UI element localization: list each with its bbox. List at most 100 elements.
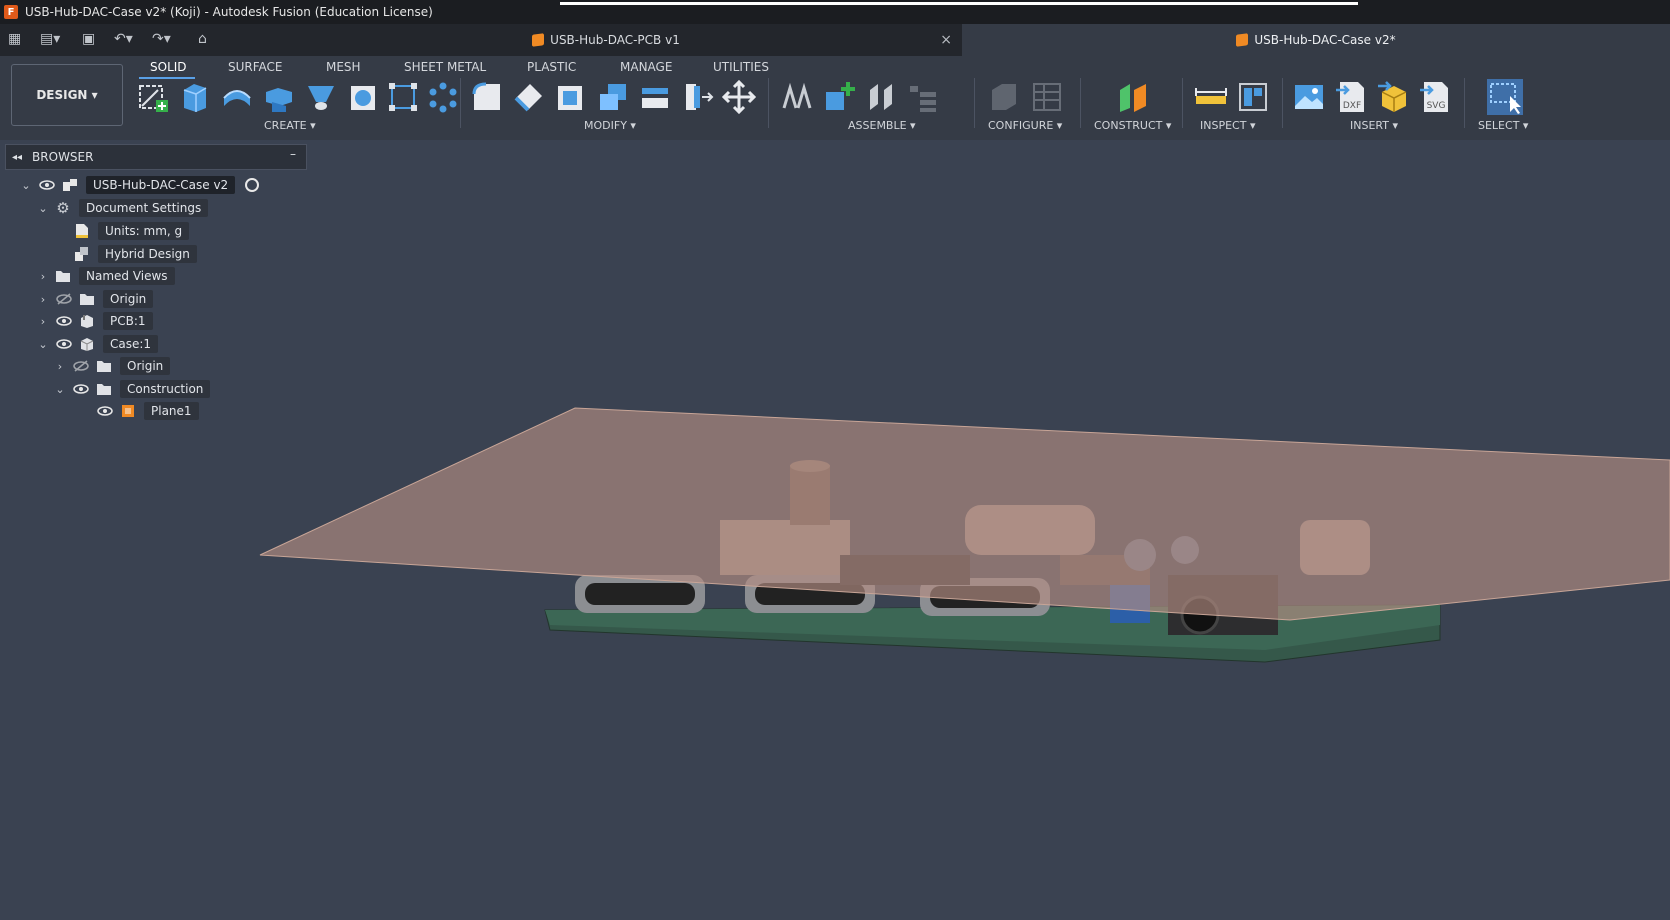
- measure-icon[interactable]: [1194, 80, 1228, 114]
- window-title: USB-Hub-DAC-Case v2* (Koji) - Autodesk F…: [25, 5, 433, 19]
- pcb-assembly-model[interactable]: [544, 460, 1441, 663]
- bill-of-materials-icon[interactable]: [906, 80, 940, 114]
- tab-plastic[interactable]: PLASTIC: [527, 60, 576, 74]
- circular-pattern-icon[interactable]: [426, 80, 460, 114]
- tree-item-units[interactable]: Units: mm, g: [74, 220, 190, 242]
- inspect-menu[interactable]: INSPECT ▾: [1200, 119, 1255, 132]
- workspace-switcher-button[interactable]: DESIGN ▾: [11, 64, 123, 126]
- fusion-app-icon: F: [4, 5, 18, 19]
- tree-item-origin[interactable]: › Origin: [37, 288, 154, 310]
- construct-menu[interactable]: CONSTRUCT ▾: [1094, 119, 1171, 132]
- tab-manage[interactable]: MANAGE: [620, 60, 672, 74]
- tree-item-label: PCB:1: [103, 312, 153, 330]
- tab-label: USB-Hub-DAC-PCB v1: [550, 33, 680, 47]
- tab-label: USB-Hub-DAC-Case v2*: [1254, 33, 1396, 47]
- insert-dxf-icon[interactable]: DXF: [1334, 80, 1368, 114]
- visibility-eye-icon[interactable]: [72, 384, 90, 394]
- insert-svg-icon[interactable]: SVG: [1418, 80, 1452, 114]
- save-icon[interactable]: ▣: [82, 31, 95, 47]
- cylinder-icon[interactable]: [346, 80, 380, 114]
- tree-item-document-settings[interactable]: ⌄ ⚙ Document Settings: [37, 197, 209, 219]
- select-icon[interactable]: [1486, 78, 1524, 116]
- tab-utilities[interactable]: UTILITIES: [713, 60, 769, 74]
- modify-menu[interactable]: MODIFY ▾: [584, 119, 636, 132]
- loft-icon[interactable]: [304, 80, 338, 114]
- insert-mesh-icon[interactable]: [1376, 80, 1410, 114]
- tab-solid[interactable]: SOLID: [150, 60, 187, 74]
- close-tab-icon[interactable]: ×: [940, 32, 952, 48]
- redo-icon[interactable]: ↷▾: [152, 31, 171, 47]
- chevron-down-icon[interactable]: ⌄: [37, 202, 49, 215]
- sweep-icon[interactable]: [262, 80, 296, 114]
- tree-item-case[interactable]: ⌄ Case:1: [37, 333, 159, 355]
- visibility-eye-icon[interactable]: [96, 406, 114, 416]
- collapse-browser-icon[interactable]: ◂◂: [12, 152, 22, 163]
- visibility-eye-icon[interactable]: [38, 180, 56, 190]
- align-icon[interactable]: [680, 80, 714, 114]
- toolbar-separator: [1080, 78, 1081, 128]
- svg-text:DXF: DXF: [1343, 101, 1361, 111]
- toolbar-separator: [974, 78, 975, 128]
- chevron-right-icon[interactable]: ›: [54, 360, 66, 373]
- joint-icon[interactable]: [780, 80, 814, 114]
- configure-model-icon[interactable]: [988, 80, 1022, 114]
- title-progress-bar: [560, 2, 1358, 5]
- tab-usb-hub-dac-case[interactable]: USB-Hub-DAC-Case v2*: [962, 24, 1670, 56]
- press-pull-icon[interactable]: [470, 80, 504, 114]
- chevron-down-icon[interactable]: ⌄: [20, 179, 32, 192]
- tree-item-named-views[interactable]: › Named Views: [37, 265, 175, 287]
- minimize-browser-icon[interactable]: –: [290, 147, 296, 161]
- revolve-icon[interactable]: [220, 80, 254, 114]
- create-menu[interactable]: CREATE ▾: [264, 119, 316, 132]
- undo-icon[interactable]: ↶▾: [114, 31, 133, 47]
- hidden-eye-icon[interactable]: [55, 293, 73, 305]
- file-menu-icon[interactable]: ▤▾: [40, 31, 60, 47]
- configuration-table-icon[interactable]: [1030, 80, 1064, 114]
- tab-usb-hub-dac-pcb[interactable]: USB-Hub-DAC-PCB v1 ×: [250, 24, 962, 56]
- data-panel-grid-icon[interactable]: ▦: [8, 31, 21, 47]
- tree-item-root[interactable]: ⌄ USB-Hub-DAC-Case v2: [20, 174, 260, 196]
- tree-item-pcb[interactable]: › PCB:1: [37, 310, 153, 332]
- as-built-joint-icon[interactable]: [864, 80, 898, 114]
- document-units-icon: [74, 223, 90, 239]
- svg-text:SVG: SVG: [1427, 101, 1446, 111]
- configure-menu[interactable]: CONFIGURE ▾: [988, 119, 1062, 132]
- construction-plane[interactable]: [259, 407, 1670, 621]
- chevron-down-icon[interactable]: ⌄: [54, 383, 66, 396]
- hidden-eye-icon[interactable]: [72, 360, 90, 372]
- create-sketch-icon[interactable]: [136, 80, 170, 114]
- split-body-icon[interactable]: [638, 80, 672, 114]
- move-copy-icon[interactable]: [722, 80, 756, 114]
- section-analysis-icon[interactable]: [1236, 80, 1270, 114]
- tab-mesh[interactable]: MESH: [326, 60, 361, 74]
- insert-canvas-icon[interactable]: [1292, 80, 1326, 114]
- new-component-icon[interactable]: [822, 80, 856, 114]
- offset-plane-icon[interactable]: [1116, 80, 1150, 114]
- rectangular-pattern-icon[interactable]: [386, 80, 420, 114]
- tree-item-hybrid-design[interactable]: Hybrid Design: [74, 243, 197, 265]
- tree-item-construction[interactable]: ⌄ Construction: [54, 378, 211, 400]
- construction-plane-icon: [120, 403, 136, 419]
- visibility-eye-icon[interactable]: [55, 316, 73, 326]
- fillet-icon[interactable]: [512, 80, 546, 114]
- insert-menu[interactable]: INSERT ▾: [1350, 119, 1398, 132]
- chevron-down-icon[interactable]: ⌄: [37, 338, 49, 351]
- home-icon[interactable]: ⌂: [198, 31, 207, 47]
- extrude-icon[interactable]: [178, 80, 212, 114]
- visibility-eye-icon[interactable]: [55, 339, 73, 349]
- browser-panel-header[interactable]: ◂◂ BROWSER –: [5, 144, 307, 170]
- chevron-right-icon[interactable]: ›: [37, 293, 49, 306]
- activate-radio-icon[interactable]: [245, 178, 260, 192]
- tab-surface[interactable]: SURFACE: [228, 60, 283, 74]
- chevron-right-icon[interactable]: ›: [37, 315, 49, 328]
- tree-item-plane1[interactable]: Plane1: [96, 400, 199, 422]
- select-menu[interactable]: SELECT ▾: [1478, 119, 1528, 132]
- assembly-document-icon: [62, 177, 78, 193]
- combine-icon[interactable]: [596, 80, 630, 114]
- hybrid-design-icon: [74, 246, 90, 262]
- tab-sheet-metal[interactable]: SHEET METAL: [404, 60, 486, 74]
- shell-icon[interactable]: [554, 80, 588, 114]
- tree-item-case-origin[interactable]: › Origin: [54, 355, 171, 377]
- assemble-menu[interactable]: ASSEMBLE ▾: [848, 119, 916, 132]
- chevron-right-icon[interactable]: ›: [37, 270, 49, 283]
